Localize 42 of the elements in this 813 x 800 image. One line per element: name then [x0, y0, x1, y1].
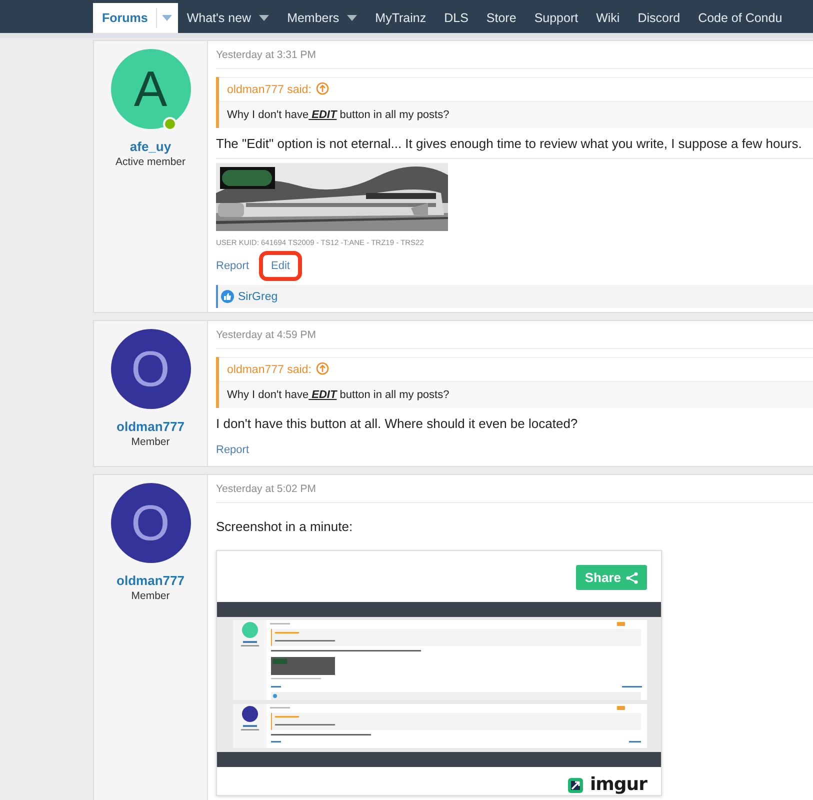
post-timestamp[interactable]: Yesterday at 4:59 PM	[216, 329, 316, 341]
username-link[interactable]: afe_uy	[130, 139, 172, 154]
post-text: Screenshot in a minute:	[216, 519, 353, 534]
caret-icon[interactable]	[347, 15, 358, 21]
nav-tab[interactable]: Wiki	[587, 3, 629, 33]
nav-tab[interactable]: Store	[477, 3, 526, 33]
user-title: Active member	[115, 156, 186, 168]
imgur-logo[interactable]: imgur	[566, 775, 647, 795]
arrow-up-circle-icon[interactable]	[316, 82, 330, 95]
quote-author[interactable]: oldman777 said:	[227, 364, 312, 376]
avatar[interactable]: A	[110, 49, 190, 129]
avatar[interactable]: O	[110, 483, 190, 563]
reaction-user-link[interactable]: SirGreg	[238, 290, 278, 302]
action-link[interactable]: Report	[212, 438, 258, 462]
quote-text: Why I don't have EDIT button in all my posts?	[227, 389, 450, 401]
username-link[interactable]: oldman777	[116, 573, 184, 588]
nav-tab[interactable]: Members	[278, 3, 366, 33]
quote-author[interactable]: oldman777 said:	[227, 84, 312, 96]
arrow-square-icon	[566, 776, 584, 794]
share-icon	[626, 572, 638, 584]
arrow-up-circle-icon[interactable]	[316, 362, 330, 375]
action-link[interactable]: Report	[212, 254, 258, 278]
thumbs-up-icon	[221, 290, 234, 303]
nav-tab[interactable]: What's new	[178, 3, 278, 33]
nav-tab[interactable]: Support	[525, 3, 588, 33]
quote-text: Why I don't have EDIT button in all my posts?	[227, 109, 450, 121]
nav-tab[interactable]: DLS	[435, 3, 478, 33]
user-title: Member	[131, 436, 170, 448]
post-timestamp[interactable]: Yesterday at 5:02 PM	[216, 483, 316, 495]
post-text: I don't have this button at all. Where should it even be located?	[216, 416, 578, 431]
nav-tab[interactable]: Forums	[93, 3, 178, 33]
share-button[interactable]: Share	[576, 565, 647, 590]
nav-tab[interactable]: Code of Condu	[689, 3, 792, 33]
username-link[interactable]: oldman777	[116, 419, 184, 434]
post-timestamp[interactable]: Yesterday at 3:31 PM	[216, 49, 316, 61]
avatar[interactable]: O	[110, 329, 190, 409]
user-title: Member	[131, 590, 170, 602]
post-text: The "Edit" option is not eternal... It gives enough time to review what you write, I suppose a few hours.	[216, 136, 802, 151]
nav-tab[interactable]: MyTrainz	[366, 3, 436, 33]
action-link[interactable]: Edit	[259, 251, 302, 281]
nav-tab[interactable]: Discord	[628, 3, 690, 33]
caret-icon[interactable]	[259, 15, 270, 21]
